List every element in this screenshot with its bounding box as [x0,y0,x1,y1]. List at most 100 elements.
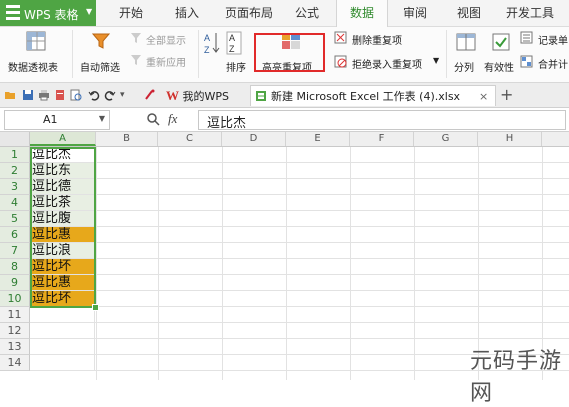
tab-home[interactable]: 开始 [108,0,154,26]
export-pdf-icon[interactable] [54,89,66,101]
sort-button[interactable]: A Z A Z 排序 [202,29,250,79]
spreadsheet-file-icon [256,91,266,101]
svg-text:A: A [204,33,210,43]
tab-review[interactable]: 审阅 [392,0,438,26]
column-header[interactable]: C [158,132,222,146]
column-header[interactable]: D [222,132,286,146]
grid-line [95,194,569,195]
merge-calc-button[interactable]: 合并计 [520,55,569,71]
cell-a6[interactable]: 逗比惠 [30,227,95,243]
fx-icon[interactable]: fx [168,111,177,127]
column-header[interactable]: G [414,132,478,146]
grid-line [95,274,569,275]
menu-bar: WPS 表格 ▼ 开始 插入 页面布局 公式 数据 审阅 视图 开发工具 [0,0,569,27]
row-header[interactable]: 11 [0,307,30,323]
grid-line [95,226,569,227]
close-icon[interactable]: × [479,86,488,107]
tab-my-wps[interactable]: W 我的WPS [166,85,256,106]
row-header[interactable]: 6 [0,227,30,243]
undo-icon[interactable] [88,89,100,101]
zoom-icon[interactable] [146,112,160,126]
cell-a10[interactable]: 逗比坏 [30,291,95,307]
record-form-button[interactable]: 记录单 [520,31,569,47]
chevron-down-icon: ▼ [98,114,105,123]
column-header[interactable] [542,132,569,146]
document-tab-strip: ▾ W 我的WPS 新建 Microsoft Excel 工作表 (4).xls… [0,83,569,108]
column-header[interactable]: A [30,132,96,146]
validation-icon [492,33,510,51]
cell-a5[interactable]: 逗比腹 [30,211,95,227]
name-box[interactable]: A1 ▼ [4,110,110,130]
show-all-button[interactable]: 全部显示 [130,31,194,47]
cell-a7[interactable]: 逗比浪 [30,243,95,259]
grid-line [222,147,223,380]
cell-a12[interactable] [30,323,95,339]
tab-data[interactable]: 数据 [336,0,388,27]
select-all-corner[interactable] [0,132,30,146]
tab-view[interactable]: 视图 [446,0,492,26]
formula-input[interactable]: 逗比杰 [198,110,566,131]
cell-a3[interactable]: 逗比德 [30,179,95,195]
tab-insert[interactable]: 插入 [164,0,210,26]
merge-calc-icon [520,55,533,68]
highlight-annotation-box [254,33,325,72]
separator [446,30,447,78]
delete-duplicates-button[interactable]: 删除重复项 [334,31,434,47]
column-header[interactable]: F [350,132,414,146]
app-menu-button[interactable]: WPS 表格 ▼ [0,0,96,26]
row-header[interactable]: 13 [0,339,30,355]
row-header[interactable]: 7 [0,243,30,259]
row-header[interactable]: 8 [0,259,30,275]
row-header[interactable]: 10 [0,291,30,307]
tab-current-document[interactable]: 新建 Microsoft Excel 工作表 (4).xlsx × [250,85,496,106]
grid-line [95,210,569,211]
validation-label: 有效性 [484,63,514,74]
chevron-down-icon: ▼ [86,7,93,16]
tab-developer[interactable]: 开发工具 [500,0,560,26]
reapply-button[interactable]: 重新应用 [130,53,194,69]
print-icon[interactable] [38,89,50,101]
cell-a4[interactable]: 逗比茶 [30,195,95,211]
grid-line [95,258,569,259]
row-header[interactable]: 3 [0,179,30,195]
column-header[interactable]: H [478,132,542,146]
column-header[interactable]: B [96,132,158,146]
row-header[interactable]: 1 [0,147,30,163]
fill-handle[interactable] [92,304,99,311]
folder-icon[interactable] [4,89,16,101]
new-tab-icon[interactable] [144,89,156,101]
redo-icon[interactable] [104,89,116,101]
row-header[interactable]: 12 [0,323,30,339]
cell-a8[interactable]: 逗比坏 [30,259,95,275]
formula-bar: A1 ▼ fx 逗比杰 [0,108,569,132]
row-header[interactable]: 2 [0,163,30,179]
sort-label: 排序 [226,63,246,74]
cell-a9[interactable]: 逗比惠 [30,275,95,291]
reject-duplicates-button[interactable]: 拒绝录入重复项 ▼ [334,55,444,71]
cell-a13[interactable] [30,339,95,355]
autofilter-label: 自动筛选 [80,63,120,74]
cell-a1[interactable]: 逗比杰 [30,147,95,163]
pivot-table-button[interactable]: 数据透视表 [4,29,66,79]
cell-a2[interactable]: 逗比东 [30,163,95,179]
tab-page-layout[interactable]: 页面布局 [218,0,280,26]
print-preview-icon[interactable] [70,89,82,101]
row-header[interactable]: 5 [0,211,30,227]
validation-button[interactable]: 有效性 [482,29,518,79]
row-header[interactable]: 9 [0,275,30,291]
split-columns-button[interactable]: 分列 [450,29,480,79]
cell-a11[interactable] [30,307,95,323]
save-icon[interactable] [22,89,34,101]
sort-za-icon: A Z [226,31,242,55]
row-header[interactable]: 4 [0,195,30,211]
sort-az-icon: A Z [204,33,220,55]
cell-a14[interactable] [30,355,95,371]
chevron-down-icon[interactable]: ▾ [120,85,125,106]
row-header[interactable]: 14 [0,355,30,371]
tab-formulas[interactable]: 公式 [286,0,328,26]
column-header[interactable]: E [286,132,350,146]
autofilter-button[interactable]: 自动筛选 [78,29,128,79]
add-tab-icon[interactable]: + [500,85,513,106]
pivot-table-icon [26,31,46,51]
delete-duplicates-icon [334,31,347,44]
